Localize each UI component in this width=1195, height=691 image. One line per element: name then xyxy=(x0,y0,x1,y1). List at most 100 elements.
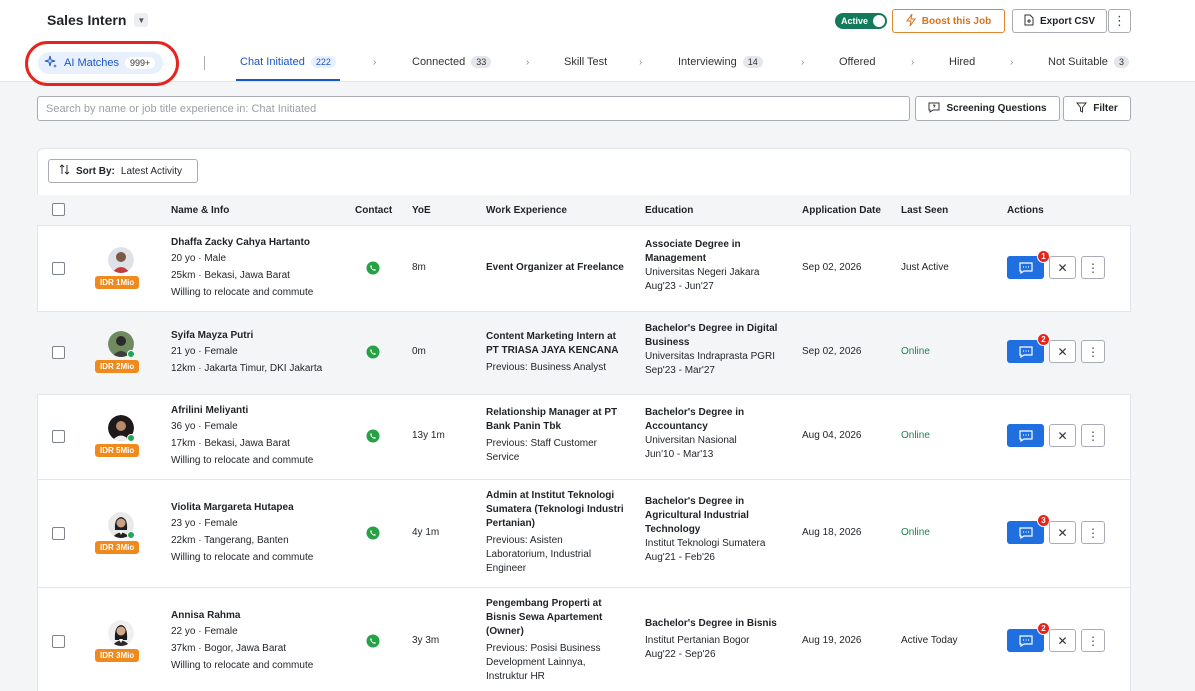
application-date: Sep 02, 2026 xyxy=(802,346,862,357)
toggle-knob xyxy=(873,15,885,27)
sort-label: Sort By: xyxy=(76,165,115,177)
years-of-experience: 4y 1m xyxy=(412,527,440,538)
tab-label: Hired xyxy=(949,56,976,68)
row-more-button[interactable]: ⋮ xyxy=(1081,521,1105,544)
candidate-info: Annisa Rahma 22 yo · Female 37km · Bogor… xyxy=(171,609,351,673)
years-of-experience: 3y 3m xyxy=(412,635,440,646)
salary-badge: IDR 5Mio xyxy=(95,444,140,457)
application-date: Aug 19, 2026 xyxy=(802,635,862,646)
candidate-name[interactable]: Dhaffa Zacky Cahya Hartanto xyxy=(171,236,351,250)
column-header: Actions xyxy=(1007,205,1044,216)
boost-job-button[interactable]: Boost this Job xyxy=(892,9,1005,33)
candidate-relocate: Willing to relocate and commute xyxy=(171,287,314,298)
avatar[interactable] xyxy=(108,415,135,442)
row-more-button[interactable]: ⋮ xyxy=(1081,340,1105,363)
reject-button[interactable]: ✕ xyxy=(1049,629,1076,652)
sort-button[interactable]: Sort By: Latest Activity xyxy=(48,159,198,183)
tab-skill-test[interactable]: Skill Test xyxy=(564,56,607,68)
work-title: Content Marketing Intern at PT TRIASA JA… xyxy=(486,331,619,356)
tab-interviewing[interactable]: Interviewing 14 xyxy=(678,56,763,68)
work-previous: Previous: Posisi Business Development La… xyxy=(486,643,601,682)
candidate-location: 22km · Tangerang, Banten xyxy=(171,535,289,546)
education-degree: Bachelor's Degree in Accountancy xyxy=(645,407,745,432)
tab-not-suitable[interactable]: Not Suitable 3 xyxy=(1048,56,1129,68)
tab-hired[interactable]: Hired xyxy=(949,56,975,68)
vertical-dots-icon: ⋮ xyxy=(1113,13,1126,28)
export-csv-button[interactable]: Export CSV xyxy=(1012,9,1107,33)
filter-button[interactable]: Filter xyxy=(1063,96,1131,121)
row-more-button[interactable]: ⋮ xyxy=(1081,256,1105,279)
more-options-button[interactable]: ⋮ xyxy=(1108,9,1131,33)
candidate-name[interactable]: Violita Margareta Hutapea xyxy=(171,501,351,515)
whatsapp-icon[interactable] xyxy=(366,526,380,540)
last-seen: Online xyxy=(901,527,930,538)
row-checkbox[interactable] xyxy=(52,262,65,275)
education: Bachelor's Degree in Agricultural Indust… xyxy=(645,495,785,565)
reject-button[interactable]: ✕ xyxy=(1049,340,1076,363)
candidate-relocate: Willing to relocate and commute xyxy=(171,552,314,563)
whatsapp-icon[interactable] xyxy=(366,261,380,275)
candidate-name[interactable]: Syifa Mayza Putri xyxy=(171,329,351,343)
job-title-dropdown[interactable]: Sales Intern ▼ xyxy=(47,12,149,28)
education: Associate Degree in Management Universit… xyxy=(645,238,785,294)
tab-offered[interactable]: Offered xyxy=(839,56,876,68)
select-all-checkbox[interactable] xyxy=(52,203,65,216)
whatsapp-icon[interactable] xyxy=(366,634,380,648)
last-seen: Online xyxy=(901,346,930,357)
sparkle-icon xyxy=(44,55,58,72)
chat-button[interactable] xyxy=(1007,424,1044,447)
vertical-dots-icon: ⋮ xyxy=(1087,428,1099,443)
row-checkbox[interactable] xyxy=(52,527,65,540)
education: Bachelor's Degree in Bisnis Institut Per… xyxy=(645,617,785,662)
candidate-age-gender: 23 yo · Female xyxy=(171,518,238,529)
chevron-right-icon: › xyxy=(526,57,530,68)
reject-button[interactable]: ✕ xyxy=(1049,424,1076,447)
candidate-age-gender: 21 yo · Female xyxy=(171,346,238,357)
row-more-button[interactable]: ⋮ xyxy=(1081,629,1105,652)
reject-button[interactable]: ✕ xyxy=(1049,521,1076,544)
row-checkbox[interactable] xyxy=(52,635,65,648)
reject-button[interactable]: ✕ xyxy=(1049,256,1076,279)
row-more-button[interactable]: ⋮ xyxy=(1081,424,1105,447)
export-label: Export CSV xyxy=(1039,15,1095,27)
screening-questions-button[interactable]: Screening Questions xyxy=(915,96,1060,121)
close-icon: ✕ xyxy=(1057,428,1068,443)
tab-connected[interactable]: Connected 33 xyxy=(412,56,492,68)
row-checkbox[interactable] xyxy=(52,430,65,443)
candidate-age-gender: 36 yo · Female xyxy=(171,421,238,432)
tab-ai-matches[interactable]: AI Matches 999+ xyxy=(38,52,164,74)
whatsapp-icon[interactable] xyxy=(366,345,380,359)
document-icon xyxy=(1024,14,1034,29)
search-input[interactable]: Search by name or job title experience i… xyxy=(37,96,910,121)
column-header: Application Date xyxy=(802,205,881,216)
avatar[interactable] xyxy=(108,331,135,358)
online-indicator xyxy=(127,531,135,539)
work-previous: Previous: Business Analyst xyxy=(486,362,607,373)
candidate-location: 12km · Jakarta Timur, DKI Jakarta xyxy=(171,363,323,374)
tab-label: Interviewing xyxy=(678,56,737,68)
tab-count-badge: 33 xyxy=(471,56,492,68)
chat-icon xyxy=(1018,634,1033,647)
education-period: Aug'22 - Sep'26 xyxy=(645,649,716,660)
lightning-icon xyxy=(905,13,916,29)
avatar[interactable] xyxy=(108,620,134,646)
candidate-name[interactable]: Afrilini Meliyanti xyxy=(171,404,351,418)
status-toggle[interactable]: Active xyxy=(835,13,887,29)
column-header: Work Experience xyxy=(486,205,567,216)
whatsapp-icon[interactable] xyxy=(366,429,380,443)
tab-chat-initiated[interactable]: Chat Initiated 222 xyxy=(240,56,336,68)
row-checkbox[interactable] xyxy=(52,346,65,359)
tab-count-badge: 999+ xyxy=(125,57,156,69)
candidate-name[interactable]: Annisa Rahma xyxy=(171,609,351,623)
salary-badge: IDR 1Mio xyxy=(95,276,140,289)
vertical-dots-icon: ⋮ xyxy=(1087,633,1099,648)
avatar[interactable] xyxy=(108,247,134,273)
application-date: Aug 04, 2026 xyxy=(802,430,862,441)
education-period: Sep'23 - Mar'27 xyxy=(645,365,715,376)
work-previous: Previous: Asisten Laboratorium, Industri… xyxy=(486,535,592,574)
avatar[interactable] xyxy=(108,512,135,539)
chevron-right-icon: › xyxy=(1010,57,1014,68)
chat-icon xyxy=(1018,345,1033,358)
candidate-location: 25km · Bekasi, Jawa Barat xyxy=(171,270,290,281)
sort-icon xyxy=(59,164,70,178)
